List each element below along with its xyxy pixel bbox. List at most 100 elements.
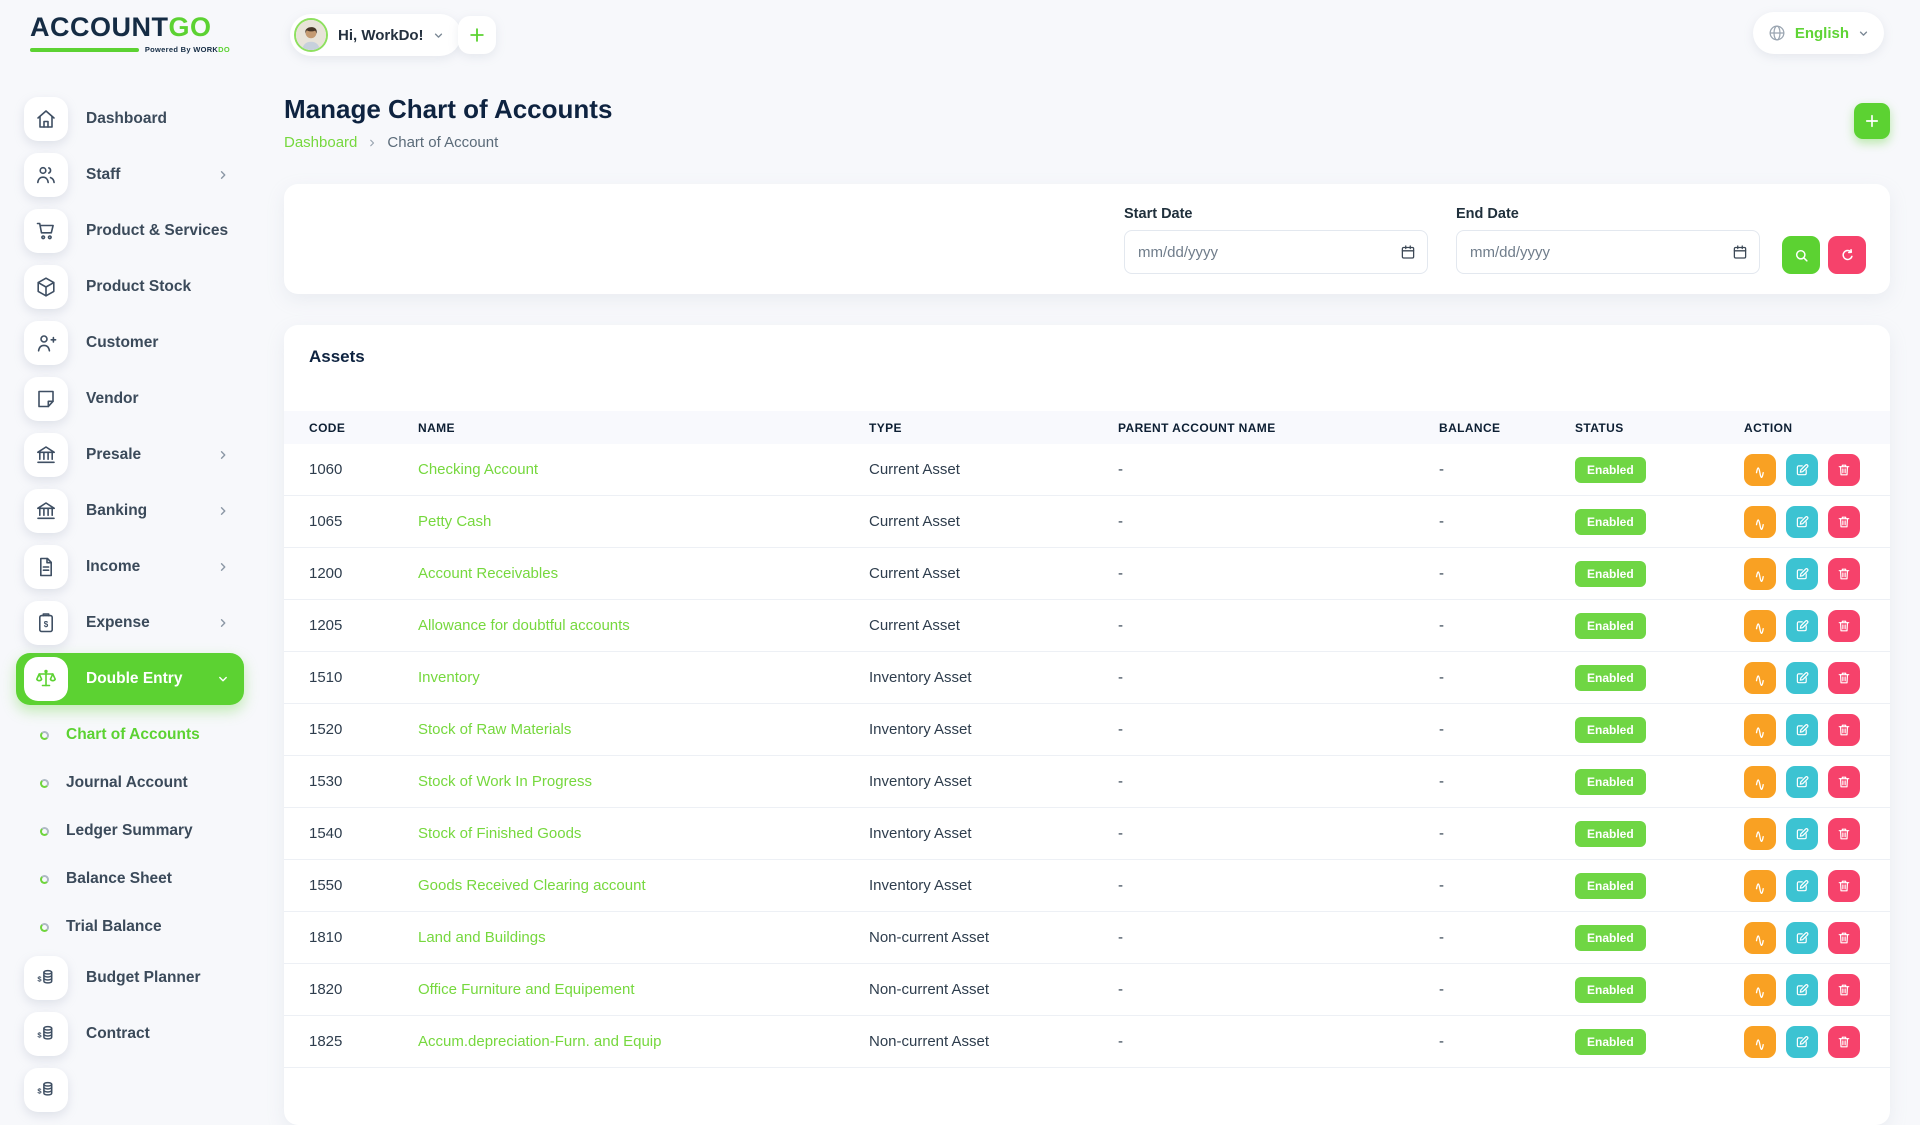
cell-parent-account: - xyxy=(1118,825,1439,842)
cell-balance: - xyxy=(1439,669,1575,686)
cell-status: Enabled xyxy=(1575,665,1744,691)
search-button[interactable] xyxy=(1782,236,1820,274)
sidebar-item-banking[interactable]: Banking xyxy=(16,489,244,533)
cell-balance: - xyxy=(1439,825,1575,842)
delete-button[interactable] xyxy=(1828,454,1860,486)
activity-button[interactable] xyxy=(1744,662,1776,694)
cell-actions xyxy=(1744,1026,1865,1058)
end-date-input[interactable] xyxy=(1456,230,1760,274)
sidebar-item-partial[interactable]: $ xyxy=(16,1068,244,1098)
activity-icon xyxy=(1752,878,1768,894)
sidebar-item-vendor[interactable]: Vendor xyxy=(16,377,244,421)
activity-button[interactable] xyxy=(1744,818,1776,850)
trash-icon xyxy=(1836,566,1852,582)
cell-parent-account: - xyxy=(1118,929,1439,946)
bullet-icon xyxy=(40,875,49,884)
sidebar-item-income[interactable]: Income xyxy=(16,545,244,589)
activity-button[interactable] xyxy=(1744,558,1776,590)
sidebar-item-dashboard[interactable]: Dashboard xyxy=(16,97,244,141)
activity-button[interactable] xyxy=(1744,454,1776,486)
delete-button[interactable] xyxy=(1828,818,1860,850)
sidebar-subitem-trial-balance[interactable]: Trial Balance xyxy=(40,905,244,949)
edit-button[interactable] xyxy=(1786,662,1818,694)
activity-button[interactable] xyxy=(1744,1026,1776,1058)
edit-button[interactable] xyxy=(1786,870,1818,902)
delete-button[interactable] xyxy=(1828,662,1860,694)
edit-button[interactable] xyxy=(1786,1026,1818,1058)
delete-button[interactable] xyxy=(1828,506,1860,538)
logo-text: ACCOUNTGO xyxy=(30,12,230,43)
sidebar-item-product-services[interactable]: Product & Services xyxy=(16,209,244,253)
account-name-link[interactable]: Office Furniture and Equipement xyxy=(418,981,635,998)
edit-button[interactable] xyxy=(1786,558,1818,590)
cell-balance: - xyxy=(1439,617,1575,634)
account-name-link[interactable]: Inventory xyxy=(418,669,480,686)
activity-button[interactable] xyxy=(1744,974,1776,1006)
edit-button[interactable] xyxy=(1786,714,1818,746)
edit-button[interactable] xyxy=(1786,922,1818,954)
edit-button[interactable] xyxy=(1786,506,1818,538)
sidebar-item-presale[interactable]: Presale xyxy=(16,433,244,477)
sidebar-subitem-ledger-summary[interactable]: Ledger Summary xyxy=(40,809,244,853)
sidebar-subitem-balance-sheet[interactable]: Balance Sheet xyxy=(40,857,244,901)
cell-code: 1520 xyxy=(309,721,418,738)
activity-button[interactable] xyxy=(1744,506,1776,538)
reset-button[interactable] xyxy=(1828,236,1866,274)
edit-button[interactable] xyxy=(1786,818,1818,850)
status-badge: Enabled xyxy=(1575,925,1646,951)
calendar-icon[interactable] xyxy=(1731,243,1749,261)
activity-button[interactable] xyxy=(1744,766,1776,798)
calendar-icon[interactable] xyxy=(1399,243,1417,261)
edit-button[interactable] xyxy=(1786,610,1818,642)
activity-button[interactable] xyxy=(1744,870,1776,902)
start-date-input[interactable] xyxy=(1124,230,1428,274)
delete-button[interactable] xyxy=(1828,1026,1860,1058)
cell-parent-account: - xyxy=(1118,617,1439,634)
sidebar-item-staff[interactable]: Staff xyxy=(16,153,244,197)
edit-icon xyxy=(1794,462,1810,478)
delete-button[interactable] xyxy=(1828,610,1860,642)
edit-button[interactable] xyxy=(1786,974,1818,1006)
chevron-right-icon xyxy=(216,560,230,574)
delete-button[interactable] xyxy=(1828,870,1860,902)
edit-button[interactable] xyxy=(1786,766,1818,798)
activity-button[interactable] xyxy=(1744,922,1776,954)
account-name-link[interactable]: Accum.depreciation-Furn. and Equip xyxy=(418,1033,661,1050)
edit-button[interactable] xyxy=(1786,454,1818,486)
delete-button[interactable] xyxy=(1828,922,1860,954)
account-name-link[interactable]: Stock of Raw Materials xyxy=(418,721,571,738)
add-account-button[interactable] xyxy=(1854,103,1890,139)
delete-button[interactable] xyxy=(1828,766,1860,798)
account-name-link[interactable]: Checking Account xyxy=(418,461,538,478)
account-name-link[interactable]: Goods Received Clearing account xyxy=(418,877,646,894)
sidebar-nav: Dashboard Staff Product & Services Product … xyxy=(0,97,260,1056)
sidebar-item-customer[interactable]: Customer xyxy=(16,321,244,365)
activity-button[interactable] xyxy=(1744,714,1776,746)
sidebar-item-label: Vendor xyxy=(86,390,139,408)
sidebar-item-expense[interactable]: $Expense xyxy=(16,601,244,645)
sidebar-item-product-stock[interactable]: Product Stock xyxy=(16,265,244,309)
delete-button[interactable] xyxy=(1828,974,1860,1006)
sidebar-item-double-entry[interactable]: Double Entry xyxy=(16,653,244,705)
bank-icon xyxy=(24,433,68,477)
account-name-link[interactable]: Stock of Finished Goods xyxy=(418,825,581,842)
bullet-icon xyxy=(40,779,49,788)
cell-status: Enabled xyxy=(1575,509,1744,535)
sidebar-item-budget-planner[interactable]: $Budget Planner xyxy=(16,956,244,1000)
account-name-link[interactable]: Allowance for doubtful accounts xyxy=(418,617,630,634)
account-name-link[interactable]: Account Receivables xyxy=(418,565,558,582)
breadcrumb-home-link[interactable]: Dashboard xyxy=(284,134,357,151)
sidebar-item-contract[interactable]: $Contract xyxy=(16,1012,244,1056)
edit-icon xyxy=(1794,1034,1810,1050)
sidebar-subitem-journal-account[interactable]: Journal Account xyxy=(40,761,244,805)
cell-code: 1205 xyxy=(309,617,418,634)
delete-button[interactable] xyxy=(1828,714,1860,746)
home-icon xyxy=(24,97,68,141)
activity-button[interactable] xyxy=(1744,610,1776,642)
delete-button[interactable] xyxy=(1828,558,1860,590)
account-name-link[interactable]: Land and Buildings xyxy=(418,929,546,946)
account-name-link[interactable]: Petty Cash xyxy=(418,513,491,530)
sidebar-subitem-chart-of-accounts[interactable]: Chart of Accounts xyxy=(40,713,244,757)
account-name-link[interactable]: Stock of Work In Progress xyxy=(418,773,592,790)
search-icon xyxy=(1793,247,1810,264)
